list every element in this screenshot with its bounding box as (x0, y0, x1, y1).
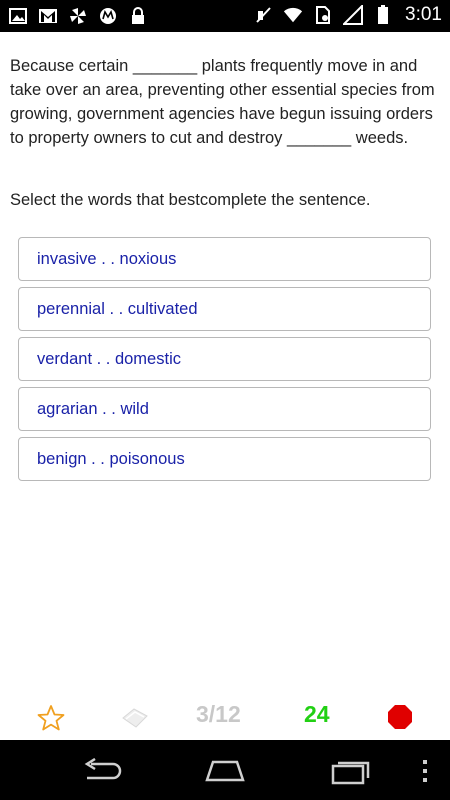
status-time: 3:01 (405, 4, 442, 25)
mute-icon (253, 5, 273, 25)
answer-options: invasive . . noxious perennial . . culti… (18, 237, 431, 487)
question-text: Because certain _______ plants frequentl… (10, 57, 435, 147)
star-icon[interactable] (36, 703, 66, 733)
tag-icon[interactable] (120, 705, 150, 731)
pinwheel-icon (68, 6, 88, 26)
answer-option[interactable]: verdant . . domestic (18, 337, 431, 381)
wifi-icon (283, 5, 303, 25)
instruction-text: Select the words that bestcomplete the s… (10, 191, 371, 209)
score-counter: 24 (304, 701, 330, 727)
sim-icon (313, 5, 333, 25)
answer-option[interactable]: invasive . . noxious (18, 237, 431, 281)
signal-icon (343, 5, 364, 25)
recent-apps-icon[interactable] (326, 756, 376, 786)
bottom-toolbar: 3/12 24 (0, 695, 450, 739)
home-icon[interactable] (200, 756, 250, 786)
battery-icon (373, 5, 393, 25)
stop-icon[interactable] (385, 702, 415, 732)
answer-option[interactable]: agrarian . . wild (18, 387, 431, 431)
back-icon[interactable] (76, 756, 126, 786)
menu-icon[interactable] (415, 756, 435, 786)
answer-option[interactable]: perennial . . cultivated (18, 287, 431, 331)
status-bar: 3:01 (0, 0, 450, 32)
motorola-icon (98, 6, 118, 26)
gmail-icon (38, 6, 58, 26)
navigation-bar (0, 740, 450, 800)
question-progress: 3/12 (196, 701, 241, 727)
image-icon (8, 6, 28, 26)
answer-option[interactable]: benign . . poisonous (18, 437, 431, 481)
lock-icon (128, 6, 148, 26)
